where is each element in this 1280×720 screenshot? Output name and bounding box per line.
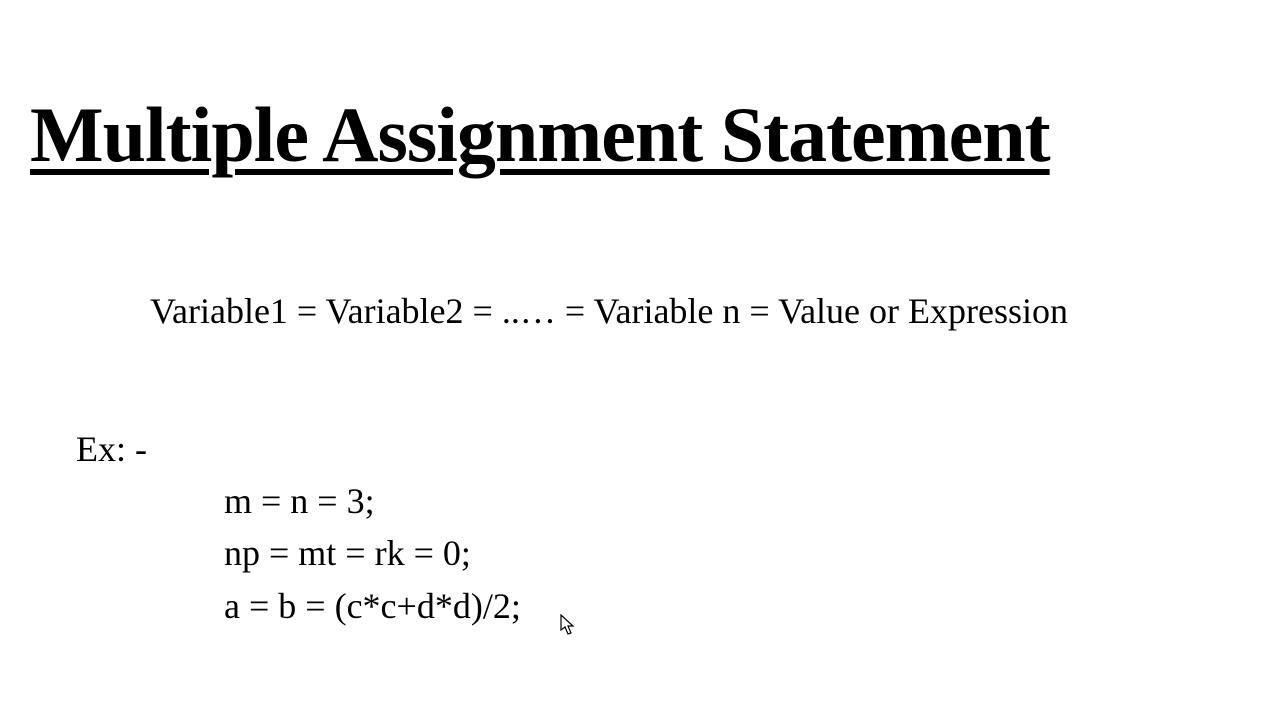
example-line: a = b = (c*c+d*d)/2; (224, 581, 521, 631)
examples-block: m = n = 3; np = mt = rk = 0; a = b = (c*… (224, 476, 521, 633)
example-line: np = mt = rk = 0; (224, 528, 521, 578)
example-label: Ex: - (76, 428, 147, 470)
example-line: m = n = 3; (224, 476, 521, 526)
mouse-cursor-icon (560, 614, 576, 636)
page-title: Multiple Assignment Statement (30, 90, 1050, 180)
syntax-line: Variable1 = Variable2 = ..… = Variable n… (150, 290, 1068, 332)
